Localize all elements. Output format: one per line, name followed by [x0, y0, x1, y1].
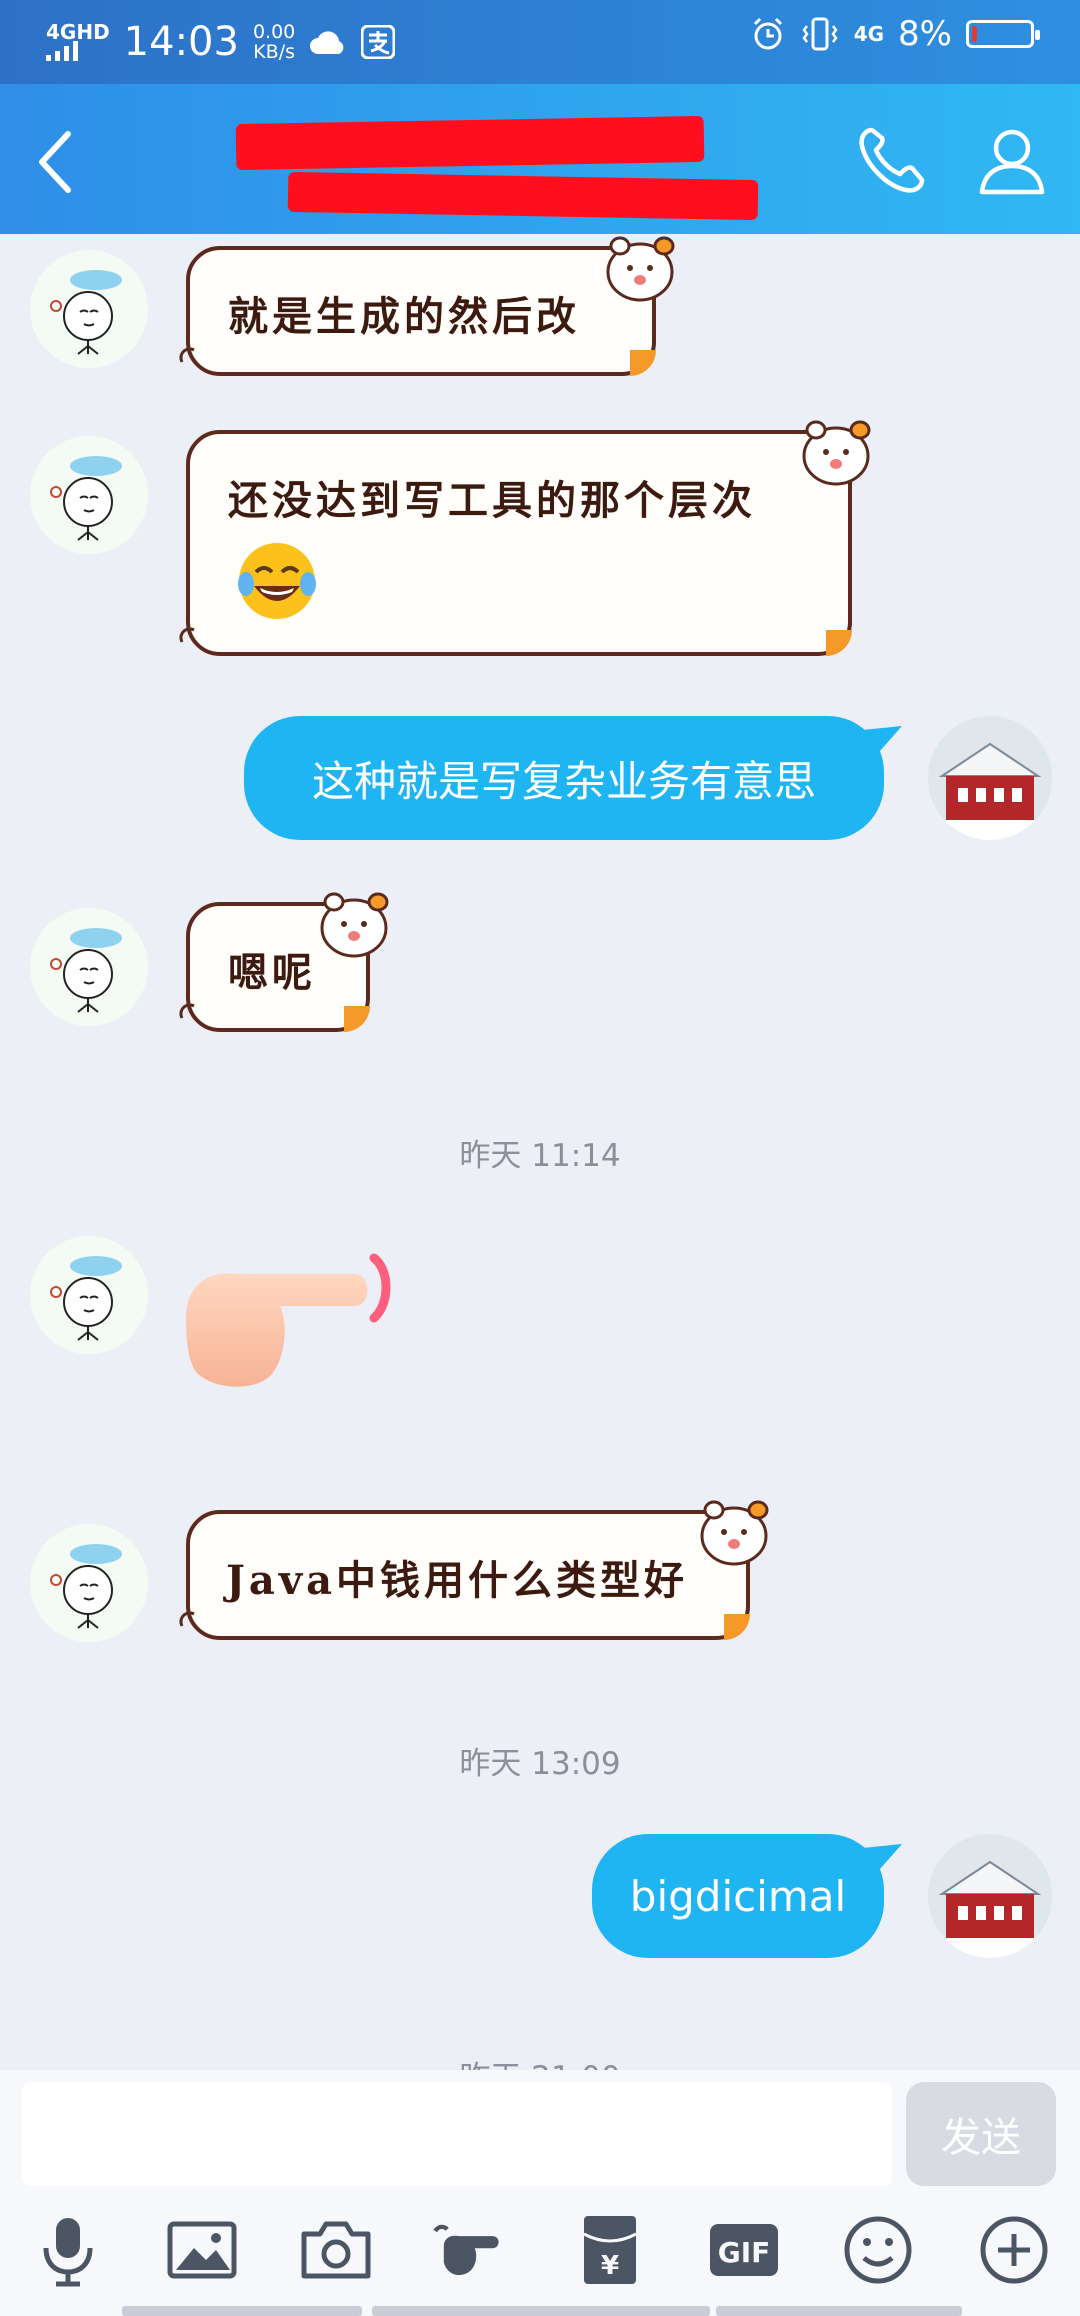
- alipay-icon: [361, 25, 396, 59]
- microphone-icon[interactable]: [30, 2212, 106, 2288]
- chat-list[interactable]: 就是生成的然后改 还没达到写工具的那个层次 这种就是写复杂业务有意思 嗯呢 昨天…: [0, 234, 1080, 2070]
- battery-percent: 8%: [898, 14, 952, 54]
- gif-label: GIF: [718, 2236, 771, 2269]
- pointing-finger-sticker-icon[interactable]: [176, 1244, 400, 1394]
- message-text: 这种就是写复杂业务有意思: [311, 756, 816, 806]
- message-bubble-right[interactable]: bigdicimal: [592, 1834, 902, 1958]
- chat-header: [0, 84, 1080, 234]
- message-bubble-left[interactable]: 嗯呢: [179, 892, 389, 1032]
- hamster-sticker-icon: [606, 236, 675, 302]
- battery-icon: [966, 20, 1040, 48]
- red-packet-icon[interactable]: ¥: [572, 2212, 648, 2288]
- plus-icon[interactable]: [976, 2212, 1052, 2288]
- bubble-tail-icon: [862, 726, 902, 760]
- contact-avatar[interactable]: [30, 250, 148, 368]
- message-input[interactable]: [22, 2082, 892, 2186]
- message-bubble-left[interactable]: 还没达到写工具的那个层次: [179, 420, 871, 656]
- status-left: 4GHD 14:03 0.00 KB/s: [46, 14, 396, 70]
- network-speed: 0.00 KB/s: [253, 22, 295, 62]
- hamster-sticker-icon: [320, 892, 389, 958]
- alarm-icon: [753, 17, 782, 50]
- bottom-nav-hint: [716, 2306, 962, 2316]
- speed-unit: KB/s: [253, 41, 295, 63]
- my-avatar[interactable]: [928, 716, 1052, 840]
- yen-symbol: ¥: [601, 2251, 619, 2281]
- my-avatar[interactable]: [928, 1834, 1052, 1958]
- message-text: Java中钱用什么类型好: [226, 1557, 689, 1604]
- emoji-icon[interactable]: [840, 2212, 916, 2288]
- message-bubble-left[interactable]: 就是生成的然后改: [179, 236, 675, 376]
- network-type: 4GHD: [46, 20, 110, 44]
- image-icon[interactable]: [164, 2212, 240, 2288]
- status-right: 4G 8%: [750, 14, 1040, 54]
- doll-avatar-icon: [50, 456, 122, 541]
- doll-avatar-icon: [50, 1544, 122, 1629]
- clock: 14:03: [123, 19, 239, 65]
- message-text: 就是生成的然后改: [228, 293, 580, 340]
- hamster-sticker-icon: [700, 1500, 769, 1566]
- timestamp: 昨天 13:09: [459, 1746, 621, 1782]
- bottom-nav-hint: [372, 2306, 710, 2316]
- red-house-avatar-icon: [928, 1834, 1052, 1958]
- bubble-corner: [630, 350, 656, 376]
- message-text: bigdicimal: [629, 1871, 847, 1921]
- input-bar: 发送 ¥ GIF: [0, 2070, 1080, 2316]
- bubble-tail-icon: [179, 1003, 195, 1019]
- signal-indicator: 4GHD: [46, 20, 110, 61]
- cloud-icon: [310, 31, 344, 54]
- speed-value: 0.00: [252, 21, 296, 43]
- camera-icon[interactable]: [298, 2212, 374, 2288]
- status-bar: 4GHD 14:03 0.00 KB/s 4G 8%: [0, 0, 1080, 84]
- timestamp: 昨天 11:14: [459, 1138, 621, 1174]
- message-text: 还没达到写工具的那个层次: [228, 477, 756, 524]
- timestamp-partial: 昨天 21:00: [0, 2052, 1080, 2070]
- bubble-corner: [724, 1614, 750, 1640]
- send-button[interactable]: 发送: [906, 2082, 1056, 2186]
- laughing-emoji-icon: [234, 538, 320, 624]
- bubble-corner: [826, 630, 852, 656]
- doll-avatar-icon: [50, 928, 122, 1013]
- doll-avatar-icon: [50, 1256, 122, 1341]
- vibrate-icon: [802, 17, 838, 51]
- bubble-corner: [344, 1006, 370, 1032]
- hamster-sticker-icon: [802, 420, 871, 486]
- message-bubble-left[interactable]: Java中钱用什么类型好: [179, 1500, 769, 1640]
- doll-avatar-icon: [50, 270, 122, 355]
- person-icon[interactable]: [972, 120, 1052, 200]
- contact-avatar[interactable]: [30, 436, 148, 554]
- message-text: 嗯呢: [228, 949, 316, 996]
- chevron-left-icon[interactable]: [22, 122, 92, 202]
- gif-icon[interactable]: GIF: [706, 2212, 782, 2288]
- redacted-name: [235, 115, 705, 171]
- redacted-name-2: [287, 171, 759, 221]
- bubble-tail-icon: [179, 627, 195, 643]
- network-4g: 4G: [853, 22, 885, 46]
- bubble-tail-icon: [179, 347, 195, 363]
- bottom-nav-hint: [122, 2306, 362, 2316]
- poke-icon[interactable]: [430, 2212, 506, 2288]
- message-bubble-right[interactable]: 这种就是写复杂业务有意思: [244, 716, 902, 840]
- bubble-tail-icon: [179, 1611, 195, 1627]
- contact-avatar[interactable]: [30, 1524, 148, 1642]
- red-house-avatar-icon: [928, 716, 1052, 840]
- bubble-tail-icon: [862, 1844, 902, 1878]
- phone-icon[interactable]: [852, 120, 932, 200]
- contact-avatar[interactable]: [30, 908, 148, 1026]
- signal-bars-icon: [46, 41, 78, 61]
- contact-avatar[interactable]: [30, 1236, 148, 1354]
